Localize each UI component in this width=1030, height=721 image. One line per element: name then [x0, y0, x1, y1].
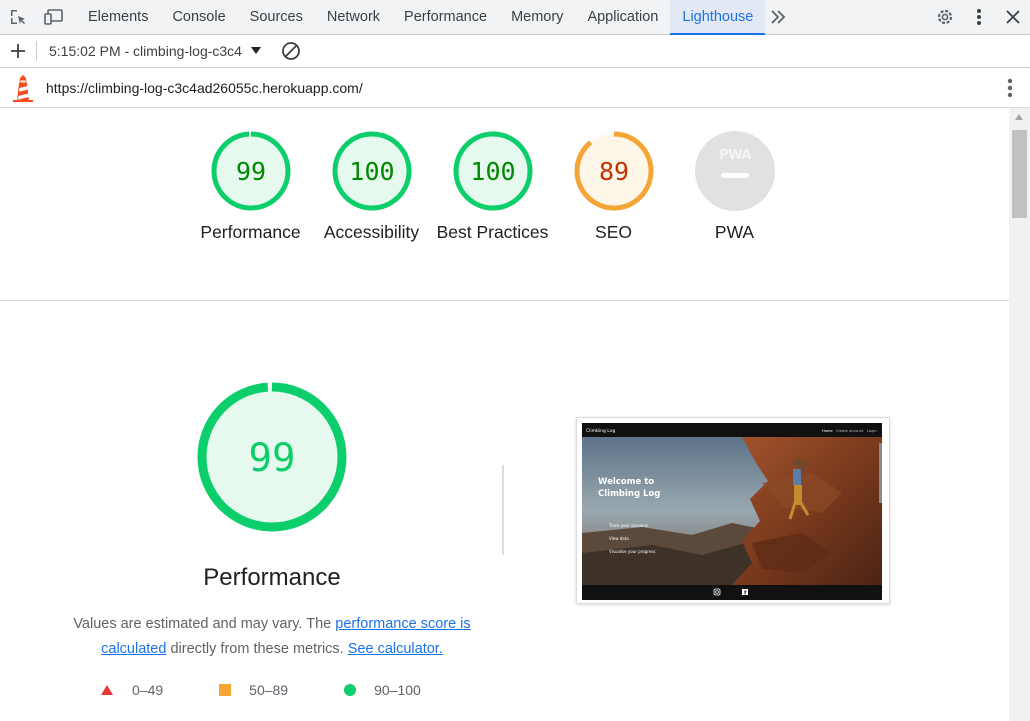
svg-text:PWA: PWA	[719, 148, 751, 163]
legend-range: 0–49	[132, 682, 164, 698]
devtools-tabs: Elements Console Sources Network Perform…	[76, 0, 791, 35]
gauge-ring: 100	[453, 131, 532, 211]
gauge-label: Accessibility	[323, 222, 420, 242]
lighthouse-report: 99 Performance 100 Accessibility 100 Bes…	[0, 108, 1009, 721]
section-divider	[0, 300, 1009, 301]
inspect-element-icon[interactable]	[0, 0, 36, 35]
gauge-label: Performance	[200, 222, 301, 242]
legend-average: 50–89	[219, 682, 288, 698]
devtools-tab-bar: Elements Console Sources Network Perform…	[0, 0, 1030, 35]
gauge-best-practices[interactable]: 100 Best Practices	[432, 130, 553, 245]
kebab-menu-icon[interactable]	[990, 78, 1030, 98]
gauge-seo[interactable]: 89 SEO	[553, 130, 674, 245]
tab-performance[interactable]: Performance	[392, 0, 499, 35]
thumb-nav-create: Create account	[836, 429, 864, 433]
thumb-nav-login: Login	[867, 429, 877, 433]
gauge-accessibility[interactable]: 100 Accessibility	[311, 130, 432, 245]
gauge-performance[interactable]: 99 Performance	[190, 130, 311, 245]
gauge-score: 89	[598, 157, 628, 186]
legend-range: 50–89	[249, 682, 289, 698]
report-scrollbar[interactable]	[1009, 108, 1030, 721]
thumb-nav-home: Home	[822, 429, 833, 433]
more-tabs-icon[interactable]	[765, 0, 791, 35]
clear-icon[interactable]	[279, 41, 303, 61]
scroll-up-icon[interactable]	[1015, 114, 1023, 120]
legend-fail: 0–49	[100, 682, 163, 698]
gauge-ring: 100	[332, 131, 411, 211]
pwa-badge-icon: PWA	[694, 131, 775, 211]
gauge-label: Best Practices	[436, 222, 549, 242]
tab-lighthouse[interactable]: Lighthouse	[670, 0, 766, 35]
report-url-bar: https://climbing-log-c3c4ad26055c.heroku…	[0, 68, 1030, 108]
thumb-site-name: Climbing Log	[586, 428, 615, 434]
gauge-label: PWA	[714, 222, 755, 242]
report-url[interactable]: https://climbing-log-c3c4ad26055c.heroku…	[46, 80, 363, 96]
report-select[interactable]: 5:15:02 PM - climbing-log-c3c4	[49, 43, 249, 59]
tab-elements[interactable]: Elements	[76, 0, 160, 35]
plus-icon[interactable]	[0, 35, 36, 68]
gauge-ring: 99	[211, 131, 290, 211]
thumb-hero-line1: Welcome to	[598, 477, 654, 487]
triangle-icon	[101, 685, 113, 695]
thumb-feature-2: View data	[609, 536, 629, 541]
thumb-feature-3: Visualise your progress	[609, 549, 655, 554]
gauge-label: SEO	[595, 222, 632, 242]
lighthouse-logo-icon	[0, 74, 46, 102]
desc-text: directly from these metrics.	[166, 641, 348, 657]
vertical-divider	[502, 465, 504, 555]
score-legend: 0–49 50–89 90–100	[100, 682, 457, 698]
circle-icon	[344, 684, 357, 696]
performance-gauge: 99	[197, 382, 347, 532]
scroll-thumb[interactable]	[1012, 130, 1027, 218]
tab-console[interactable]: Console	[160, 0, 237, 35]
see-calculator-link[interactable]: See calculator.	[348, 641, 443, 657]
tab-sources[interactable]: Sources	[238, 0, 315, 35]
screenshot-image: Climbing Log Home Create account Login W…	[582, 423, 882, 600]
tab-application[interactable]: Application	[575, 0, 670, 35]
legend-range: 90–100	[374, 682, 421, 698]
gauge-ring: 89	[574, 131, 653, 211]
caret-down-icon[interactable]	[249, 47, 263, 55]
tab-network[interactable]: Network	[315, 0, 392, 35]
square-icon	[219, 684, 232, 696]
gauge-score: 99	[235, 157, 265, 186]
score-gauges: 99 Performance 100 Accessibility 100 Bes…	[190, 130, 795, 245]
device-toolbar-icon[interactable]	[36, 0, 72, 35]
final-screenshot[interactable]: Climbing Log Home Create account Login W…	[576, 417, 890, 604]
tab-memory[interactable]: Memory	[499, 0, 575, 35]
gauge-score: 100	[349, 157, 394, 186]
thumb-feature-1: Track your sessions	[608, 523, 648, 528]
toolbar-divider	[36, 41, 37, 61]
performance-title: Performance	[203, 564, 341, 591]
legend-pass: 90–100	[344, 682, 421, 698]
kebab-menu-icon[interactable]	[962, 0, 996, 35]
performance-score: 99	[249, 436, 296, 481]
gear-icon[interactable]	[928, 0, 962, 35]
desc-text: Values are estimated and may vary. The	[73, 616, 336, 632]
thumb-hero-line2: Climbing Log	[598, 489, 660, 499]
gauge-pwa[interactable]: PWA PWA	[674, 130, 795, 245]
close-icon[interactable]	[996, 0, 1030, 35]
performance-description: Values are estimated and may vary. The p…	[62, 612, 482, 662]
lighthouse-toolbar: 5:15:02 PM - climbing-log-c3c4	[0, 35, 1030, 68]
gauge-score: 100	[470, 157, 515, 186]
